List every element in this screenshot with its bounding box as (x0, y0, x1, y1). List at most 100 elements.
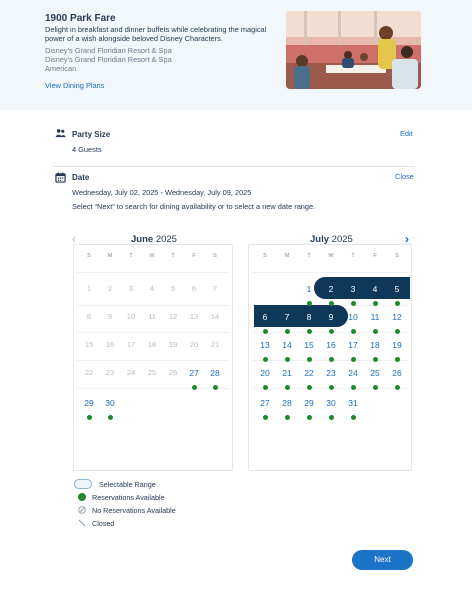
calendar-day[interactable]: 24 (342, 368, 364, 378)
calendar-day[interactable]: 12 (386, 312, 408, 322)
weekday-label: W (328, 253, 334, 259)
calendar-day[interactable]: 27 (183, 368, 205, 378)
week-row-divider (77, 332, 229, 333)
calendar-day[interactable]: 23 (320, 368, 342, 378)
calendar-day: 13 (189, 312, 199, 321)
calendar-day[interactable]: 30 (99, 398, 121, 408)
calendar-day: 12 (168, 312, 178, 321)
weekday-label: M (284, 253, 290, 259)
week-row-divider (77, 305, 229, 306)
availability-dot (328, 385, 334, 390)
weekday-label: T (171, 253, 175, 259)
availability-dot (350, 357, 356, 362)
availability-dot (328, 301, 334, 306)
week-row-divider (77, 360, 229, 361)
availability-dot (306, 301, 312, 306)
calendar-day: 7 (212, 284, 218, 293)
availability-dot (350, 385, 356, 390)
date-title: Date (72, 173, 90, 182)
availability-dot (372, 301, 378, 306)
calendar-day[interactable]: 10 (342, 312, 364, 322)
calendar-day[interactable]: 18 (364, 340, 386, 350)
next-button[interactable]: Next (352, 550, 413, 570)
calendar-day: 21 (210, 340, 220, 349)
availability-dot (284, 385, 290, 390)
calendar-day[interactable]: 5 (386, 284, 408, 294)
week-row-divider (77, 388, 229, 389)
availability-dot (262, 415, 268, 420)
availability-dot (306, 385, 312, 390)
section-divider (52, 166, 414, 167)
calendar-day[interactable]: 15 (298, 340, 320, 350)
calendar-day[interactable]: 3 (342, 284, 364, 294)
calendar-day[interactable]: 7 (276, 312, 298, 322)
calendar-day: 24 (126, 368, 136, 377)
availability-dot (328, 415, 334, 420)
date-close-link[interactable]: Close (395, 172, 414, 181)
calendar-day[interactable]: 14 (276, 340, 298, 350)
calendar-day[interactable]: 4 (364, 284, 386, 294)
availability-dot (328, 329, 334, 334)
availability-dot (394, 329, 400, 334)
party-size-edit-link[interactable]: Edit (400, 129, 413, 138)
calendar-day: 17 (126, 340, 136, 349)
calendar-day[interactable]: 28 (276, 398, 298, 408)
calendar-day: 18 (147, 340, 157, 349)
calendar-day: 1 (86, 284, 92, 293)
calendar-day[interactable]: 16 (320, 340, 342, 350)
availability-dot (262, 357, 268, 362)
calendar-day: 15 (84, 340, 94, 349)
calendar-day[interactable]: 22 (298, 368, 320, 378)
availability-dot (372, 329, 378, 334)
date-instruction: Select “Next” to search for dining avail… (72, 202, 316, 211)
legend-reservations-available: Reservations Available (92, 493, 165, 502)
week-row-divider (77, 272, 229, 273)
view-dining-plans-link[interactable]: View Dining Plans (45, 81, 104, 90)
calendar-day[interactable]: 11 (364, 312, 386, 322)
calendar-day[interactable]: 2 (320, 284, 342, 294)
no-reservations-icon (78, 506, 86, 514)
availability-dot (394, 301, 400, 306)
calendar-day: 6 (191, 284, 197, 293)
closed-slash-icon (78, 519, 86, 527)
calendar-day[interactable]: 9 (320, 312, 342, 322)
availability-dot (328, 357, 334, 362)
legend-selectable-range: Selectable Range (99, 480, 156, 489)
calendar-day[interactable]: 21 (276, 368, 298, 378)
availability-dot (262, 329, 268, 334)
calendar-day[interactable]: 25 (364, 368, 386, 378)
calendar-day[interactable]: 8 (298, 312, 320, 322)
legend-closed: Closed (92, 519, 115, 528)
calendar-day[interactable]: 6 (254, 312, 276, 322)
calendar-day[interactable]: 27 (254, 398, 276, 408)
availability-dot (350, 329, 356, 334)
people-icon (55, 129, 66, 138)
availability-dot (372, 357, 378, 362)
calendar-day: 14 (210, 312, 220, 321)
week-row-divider (252, 272, 408, 273)
june-calendar (73, 244, 233, 471)
calendar-day[interactable]: 29 (78, 398, 100, 408)
calendar-day[interactable]: 19 (386, 340, 408, 350)
calendar-day[interactable]: 29 (298, 398, 320, 408)
calendar-day[interactable]: 20 (254, 368, 276, 378)
availability-dot (372, 385, 378, 390)
weekday-label: W (149, 253, 155, 259)
calendar-day[interactable]: 1 (298, 284, 320, 294)
legend-no-reservations: No Reservations Available (92, 506, 176, 515)
weekday-label: T (307, 253, 311, 259)
calendar-day[interactable]: 30 (320, 398, 342, 408)
availability-dot (86, 415, 92, 420)
calendar-day[interactable]: 17 (342, 340, 364, 350)
availability-dot (107, 415, 113, 420)
restaurant-location-secondary: Disney's Grand Floridian Resort & Spa (45, 55, 172, 64)
availability-dot (350, 415, 356, 420)
calendar-day[interactable]: 13 (254, 340, 276, 350)
available-dot-icon (78, 493, 86, 501)
availability-dot (350, 301, 356, 306)
restaurant-photo (286, 11, 421, 89)
availability-dot (306, 329, 312, 334)
calendar-day[interactable]: 31 (342, 398, 364, 408)
calendar-day[interactable]: 28 (204, 368, 226, 378)
calendar-day[interactable]: 26 (386, 368, 408, 378)
